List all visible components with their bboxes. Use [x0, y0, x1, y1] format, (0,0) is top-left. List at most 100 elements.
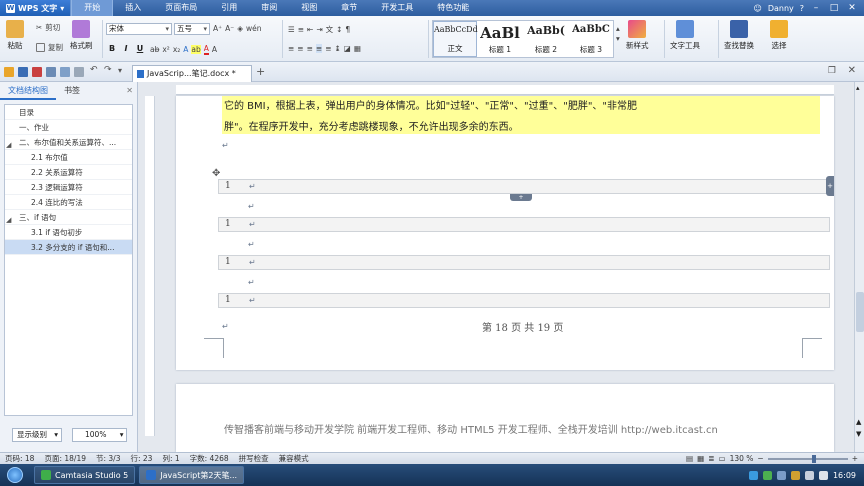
- spell-check-icon[interactable]: [74, 67, 84, 77]
- document-text-line[interactable]: 胖"。在程序开发中，充分考虑跳楼现象，不允许出现多余的东西。: [224, 118, 519, 133]
- document-tab[interactable]: JavaScrip...笔记.docx *: [132, 65, 252, 82]
- redo-icon[interactable]: ↷: [104, 65, 114, 75]
- sort-icon[interactable]: ↕: [336, 25, 342, 34]
- zoom-out-icon[interactable]: −: [757, 454, 763, 463]
- style-heading-2[interactable]: AaBb( 标题 2: [523, 21, 569, 57]
- pane-zoom-combo[interactable]: 100%: [72, 428, 128, 442]
- code-block-row[interactable]: 1 ↵: [218, 179, 830, 194]
- new-style-button[interactable]: 新样式: [626, 20, 649, 51]
- taskbar-item-wps[interactable]: JavaScript第2天笔...: [139, 466, 245, 484]
- new-tab-icon[interactable]: +: [256, 65, 265, 78]
- underline-button[interactable]: U: [134, 43, 146, 55]
- menu-chapter[interactable]: 章节: [329, 0, 369, 16]
- align-right-icon[interactable]: ≡: [307, 44, 313, 53]
- document-page-next[interactable]: 传智播客前端与移动开发学院 前端开发工程师、移动 HTML5 开发工程师、全栈开…: [176, 384, 834, 452]
- text-tools-button[interactable]: 文字工具: [670, 20, 700, 51]
- display-level-combo[interactable]: 显示级别: [12, 428, 62, 442]
- document-text-line[interactable]: 它的 BMI，根据上表，弹出用户的身体情况。比如"过轻"、"正常"、"过重"、"…: [224, 97, 637, 112]
- close-pane-icon[interactable]: ✕: [126, 82, 137, 100]
- copy-button[interactable]: 复制: [36, 42, 63, 53]
- zoom-slider[interactable]: [767, 454, 848, 463]
- restore-doc-icon[interactable]: ❐: [828, 66, 836, 76]
- chevron-down-icon[interactable]: ▾: [118, 66, 128, 76]
- strikethrough-icon[interactable]: ab̶: [150, 45, 159, 54]
- show-marks-icon[interactable]: ¶: [345, 25, 350, 34]
- align-left-icon[interactable]: ≡: [288, 44, 294, 53]
- vertical-scrollbar[interactable]: ▴ ▲ ▼: [854, 82, 864, 452]
- chevron-down-icon[interactable]: ▾: [616, 34, 620, 43]
- tab-bookmarks[interactable]: 书签: [56, 82, 88, 100]
- subscript-icon[interactable]: x₂: [173, 45, 180, 54]
- print-icon[interactable]: [46, 67, 56, 77]
- next-page-icon[interactable]: ▼: [856, 430, 861, 438]
- shrink-font-icon[interactable]: A⁻: [225, 24, 234, 33]
- menu-review[interactable]: 审阅: [249, 0, 289, 16]
- close-button[interactable]: ✕: [846, 3, 858, 13]
- add-column-icon[interactable]: +: [826, 176, 834, 196]
- styles-scroll[interactable]: ▴ ▾: [616, 24, 620, 43]
- zoom-slider-knob[interactable]: [811, 454, 816, 463]
- bold-button[interactable]: B: [106, 43, 118, 55]
- outline-item[interactable]: 2.1 布尔值: [5, 150, 132, 165]
- numbered-list-icon[interactable]: ≡: [298, 25, 304, 34]
- align-center-icon[interactable]: ≡: [297, 44, 303, 53]
- increase-indent-icon[interactable]: ⇥: [316, 25, 322, 34]
- menu-dev-tools[interactable]: 开发工具: [369, 0, 425, 16]
- justify-icon[interactable]: ≡: [315, 44, 323, 53]
- clear-format-icon[interactable]: ◈: [237, 24, 243, 33]
- minimize-button[interactable]: –: [810, 3, 822, 13]
- zoom-level[interactable]: 130 %: [730, 454, 754, 463]
- outline-item[interactable]: 2.4 连比的写法: [5, 195, 132, 210]
- outline-item[interactable]: 二、布尔值和关系运算符、...: [5, 135, 132, 150]
- status-words[interactable]: 字数: 4268: [185, 453, 234, 464]
- line-spacing-icon[interactable]: ↨: [334, 44, 340, 53]
- superscript-icon[interactable]: x²: [162, 45, 169, 54]
- paste-button[interactable]: 粘贴: [6, 20, 24, 51]
- font-name-combo[interactable]: 宋体: [106, 23, 172, 35]
- maximize-button[interactable]: □: [828, 3, 840, 13]
- style-heading-1[interactable]: AaBl 标题 1: [477, 21, 523, 57]
- chinese-layout-icon[interactable]: 文: [326, 24, 334, 35]
- menu-home[interactable]: 开始: [71, 0, 114, 16]
- collapse-icon[interactable]: ◢: [6, 141, 11, 149]
- shading-icon[interactable]: ◪: [344, 44, 351, 53]
- grow-font-icon[interactable]: A⁺: [213, 24, 222, 33]
- outline-item[interactable]: 2.3 逻辑运算符: [5, 180, 132, 195]
- volume-icon[interactable]: [818, 470, 828, 480]
- page-view-icon[interactable]: ▤: [686, 454, 693, 463]
- chevron-up-icon[interactable]: ▴: [856, 84, 860, 92]
- print-preview-icon[interactable]: [60, 67, 70, 77]
- outline-view-icon[interactable]: ≣: [708, 454, 714, 463]
- clock[interactable]: 16:09: [833, 471, 856, 480]
- code-block-row[interactable]: 1 ↵: [218, 217, 830, 232]
- menu-special[interactable]: 特色功能: [425, 0, 481, 16]
- outline-item[interactable]: 一、作业: [5, 120, 132, 135]
- char-border-icon[interactable]: A: [212, 45, 217, 54]
- close-doc-icon[interactable]: ✕: [848, 65, 856, 76]
- document-page[interactable]: 它的 BMI，根据上表，弹出用户的身体情况。比如"过轻"、"正常"、"过重"、"…: [176, 96, 834, 370]
- tray-app-icon[interactable]: [748, 470, 758, 480]
- select-button[interactable]: 选择: [770, 20, 788, 51]
- italic-button[interactable]: I: [120, 43, 132, 55]
- help-icon[interactable]: ?: [800, 4, 804, 13]
- font-size-combo[interactable]: 五号: [174, 23, 210, 35]
- tab-document-map[interactable]: 文档结构图: [0, 82, 56, 100]
- add-row-icon[interactable]: +: [510, 194, 532, 201]
- chevron-up-icon[interactable]: ▴: [616, 24, 620, 33]
- border-icon[interactable]: ▦: [354, 44, 361, 53]
- outline-item[interactable]: 三、if 语句: [5, 210, 132, 225]
- tray-app-icon[interactable]: [776, 470, 786, 480]
- network-icon[interactable]: [804, 470, 814, 480]
- font-color-icon[interactable]: A: [203, 44, 209, 55]
- user-name[interactable]: Danny: [768, 4, 794, 13]
- export-pdf-icon[interactable]: [32, 67, 42, 77]
- bullet-list-icon[interactable]: ☰: [288, 25, 295, 34]
- scrollbar-thumb[interactable]: [856, 292, 864, 332]
- collapse-icon[interactable]: ◢: [6, 216, 11, 224]
- undo-icon[interactable]: ↶: [90, 65, 100, 75]
- menu-view[interactable]: 视图: [289, 0, 329, 16]
- start-button[interactable]: [0, 464, 30, 486]
- phonetic-icon[interactable]: wén: [246, 24, 262, 33]
- taskbar-item-camtasia[interactable]: Camtasia Studio 5: [34, 466, 136, 484]
- format-painter-button[interactable]: 格式刷: [70, 20, 93, 51]
